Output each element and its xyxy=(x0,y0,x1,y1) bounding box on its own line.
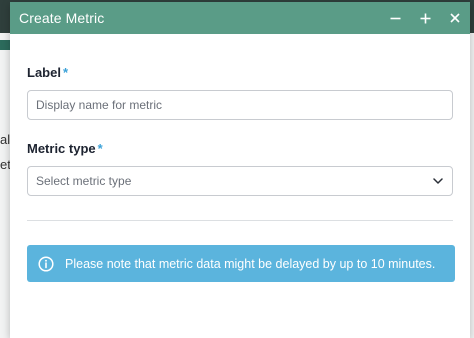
metric-type-field-label-text: Metric type xyxy=(27,141,96,156)
dialog-titlebar[interactable]: Create Metric xyxy=(10,2,470,34)
metric-type-field-label: Metric type * xyxy=(27,141,453,157)
close-icon xyxy=(450,13,460,23)
chevron-down-icon xyxy=(433,176,443,186)
dialog-body: Label* Metric type* Select metric type xyxy=(10,65,470,282)
dialog-title: Create Metric xyxy=(19,10,105,26)
section-divider xyxy=(27,220,453,221)
metric-type-select[interactable]: Select metric type xyxy=(27,166,453,196)
label-input[interactable] xyxy=(27,90,453,120)
metric-type-select-placeholder: Select metric type xyxy=(36,174,132,188)
label-field-label: Label * xyxy=(27,65,453,81)
info-notice: Please note that metric data might be de… xyxy=(27,245,455,282)
minimize-button[interactable] xyxy=(380,2,410,34)
minus-icon xyxy=(390,17,400,19)
close-button[interactable] xyxy=(440,2,470,34)
required-marker: * xyxy=(62,65,69,80)
info-notice-text: Please note that metric data might be de… xyxy=(65,256,436,271)
window-controls xyxy=(380,2,470,34)
required-marker: * xyxy=(97,141,103,156)
info-icon xyxy=(38,255,54,272)
maximize-button[interactable] xyxy=(410,2,440,34)
plus-icon xyxy=(420,13,430,23)
label-field-label-text: Label xyxy=(27,65,61,80)
create-metric-dialog: Create Metric Label * Display name for m… xyxy=(10,2,470,338)
